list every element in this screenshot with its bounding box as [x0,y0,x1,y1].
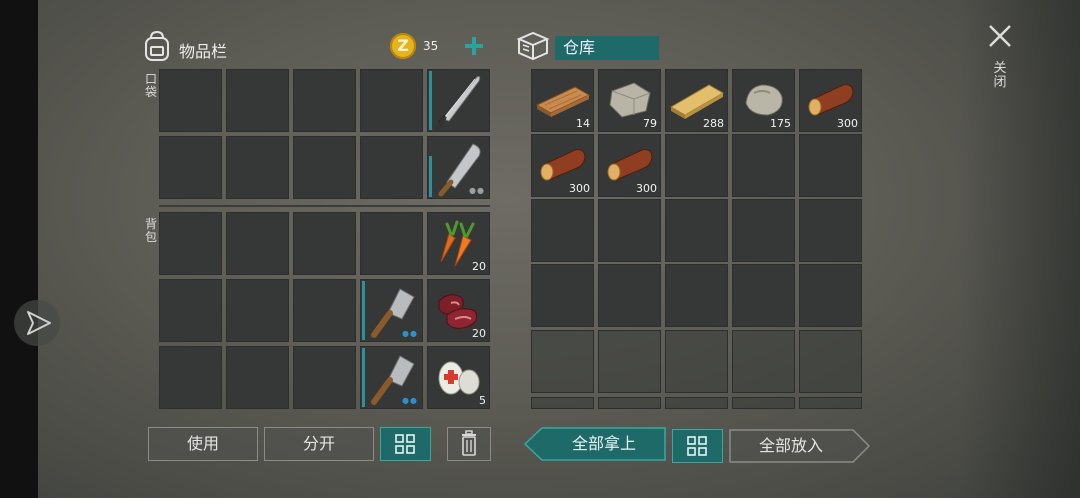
pocket-label: 口袋 [144,72,157,99]
backpack-icon [142,30,172,62]
storage-sort-button[interactable] [672,429,723,463]
inventory-sort-button[interactable] [380,427,431,461]
storage-slot-plank[interactable]: 14 [531,69,594,132]
storage-slot[interactable] [732,199,795,262]
inventory-slot[interactable] [360,69,423,132]
storage-slot-log[interactable]: 300 [598,134,661,197]
inventory-slot[interactable] [159,346,222,409]
machete-slot[interactable] [427,69,490,132]
storage-slot[interactable] [665,264,728,327]
storage-box-icon [515,29,551,61]
storage-slot[interactable] [598,330,661,393]
inventory-slot[interactable] [159,212,222,275]
trash-icon [462,430,476,456]
cleaver-slot[interactable]: ●● [360,346,423,409]
meat-slot[interactable]: 20 [427,279,490,342]
split-button[interactable]: 分开 [264,427,374,461]
blade-slot[interactable]: ●● [427,136,490,199]
item-count: 288 [703,117,724,130]
use-button[interactable]: 使用 [148,427,258,461]
inventory-slot[interactable] [159,69,222,132]
durability-dots: ●● [402,329,418,338]
inventory-slot[interactable] [226,136,289,199]
item-count: 300 [569,182,590,195]
add-coins-button[interactable] [463,35,485,57]
inventory-title: 物品栏 [179,42,228,61]
storage-slot[interactable] [531,330,594,393]
take-all-label: 全部拿上 [571,434,636,453]
inventory-slot[interactable] [226,279,289,342]
durability-dots: ●● [402,396,418,405]
trash-button[interactable] [447,427,491,461]
inventory-slot[interactable] [293,279,356,342]
inventory-slot[interactable] [159,136,222,199]
inventory-slot[interactable] [226,69,289,132]
storage-slot[interactable] [799,199,862,262]
storage-slot-plank[interactable]: 288 [665,69,728,132]
coin-icon: Z [390,33,416,59]
storage-slot[interactable] [732,134,795,197]
send-arrow-icon [27,311,51,335]
item-count: 175 [770,117,791,130]
storage-slot[interactable] [732,397,795,409]
item-count: 5 [479,394,486,407]
storage-slot[interactable] [665,134,728,197]
share-button[interactable] [14,300,60,346]
coin-symbol: Z [397,36,409,55]
storage-slot[interactable] [598,264,661,327]
storage-slot[interactable] [665,330,728,393]
grid-icon [395,434,415,454]
coin-count: 35 [423,39,439,53]
storage-slot-stone[interactable]: 79 [598,69,661,132]
grid-icon [687,436,707,456]
storage-slot[interactable] [665,397,728,409]
storage-slot[interactable] [799,134,862,197]
storage-slot[interactable] [799,264,862,327]
storage-slot[interactable] [598,199,661,262]
item-count: 79 [643,117,657,130]
storage-slot-log[interactable]: 300 [531,134,594,197]
carrot-slot[interactable]: 20 [427,212,490,275]
durability-dots: ●● [469,186,485,195]
storage-slot-rock[interactable]: 175 [732,69,795,132]
put-all-label: 全部放入 [758,436,823,455]
item-count: 14 [576,117,590,130]
storage-title: 仓库 [555,36,659,60]
take-all-button[interactable]: 全部拿上 [524,427,666,461]
storage-slot[interactable] [799,397,862,409]
put-all-button[interactable]: 全部放入 [729,429,871,463]
inventory-slot[interactable] [360,212,423,275]
storage-slot[interactable] [531,199,594,262]
inventory-slot[interactable] [293,69,356,132]
storage-slot[interactable] [531,264,594,327]
close-label: 关闭 [993,61,1007,90]
inventory-slot[interactable] [226,346,289,409]
storage-slot[interactable] [732,264,795,327]
storage-slot[interactable] [531,397,594,409]
inventory-slot[interactable] [226,212,289,275]
bandage-slot[interactable]: 5 [427,346,490,409]
inventory-slot[interactable] [360,136,423,199]
inventory-slot[interactable] [293,346,356,409]
storage-slot[interactable] [598,397,661,409]
storage-slot-log[interactable]: 300 [799,69,862,132]
background-shade [960,0,1080,498]
backpack-label: 背包 [144,217,157,244]
plus-icon [465,37,483,55]
storage-slot[interactable] [665,199,728,262]
inventory-slot[interactable] [293,212,356,275]
machete-icon [435,76,481,131]
inventory-slot[interactable] [159,279,222,342]
storage-slot[interactable] [732,330,795,393]
inventory-slot[interactable] [293,136,356,199]
item-count: 300 [837,117,858,130]
item-count: 300 [636,182,657,195]
close-icon [989,25,1011,47]
close-button[interactable]: 关闭 [984,20,1016,100]
section-divider [159,205,490,207]
cleaver-slot[interactable]: ●● [360,279,423,342]
item-count: 20 [472,260,486,273]
storage-slot[interactable] [799,330,862,393]
item-count: 20 [472,327,486,340]
